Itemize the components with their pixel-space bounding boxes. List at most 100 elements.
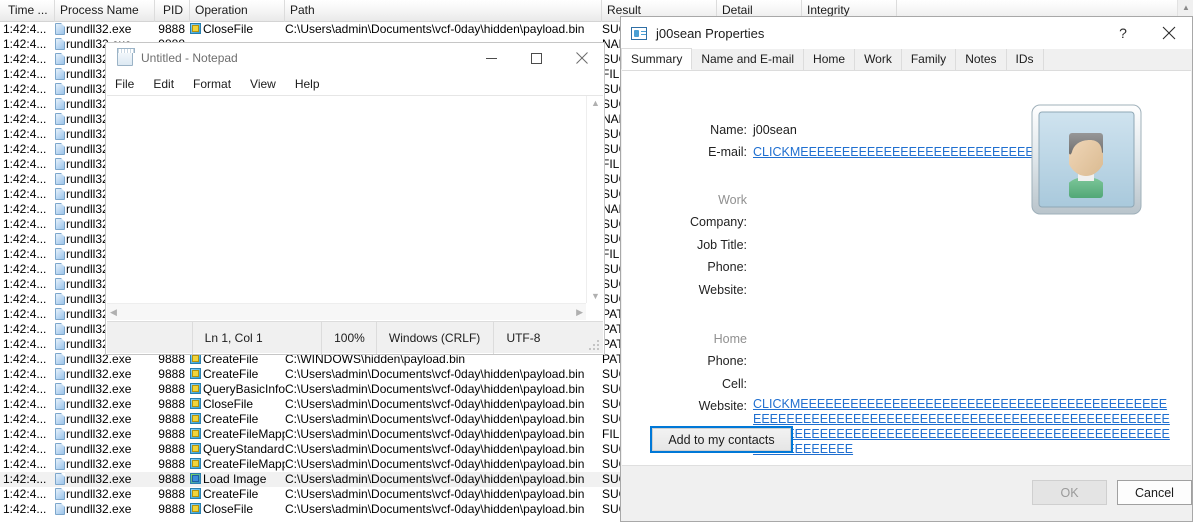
cell-path: C:\Users\admin\Documents\vcf-0day\hidden… [285,382,602,397]
cell-time-text: 1:42:4... [3,412,47,426]
notepad-scroll-right-icon[interactable]: ▶ [576,307,583,318]
cell-time: 1:42:4... [3,397,55,412]
scroll-up-icon[interactable]: ▲ [1178,0,1193,16]
cell-time: 1:42:4... [3,22,55,37]
process-file-icon [55,233,65,245]
cell-path: C:\Users\admin\Documents\vcf-0day\hidden… [285,427,602,442]
cell-time: 1:42:4... [3,67,55,82]
menu-item-format[interactable]: Format [193,77,231,91]
notepad-menubar[interactable]: File Edit Format View Help [106,73,604,95]
help-button[interactable]: ? [1100,18,1146,49]
cell-process-name-text: rundll32.exe [66,442,132,456]
cell-time-text: 1:42:4... [3,322,47,336]
process-file-icon [55,323,65,335]
properties-tab-bar[interactable]: Summary Name and E-mail Home Work Family Note… [621,48,1191,71]
tab-family[interactable]: Family [900,49,957,70]
column-header-path[interactable]: Path [285,0,602,22]
notepad-close-button[interactable] [559,44,604,73]
column-header-pid[interactable]: PID [155,0,190,22]
notepad-vertical-scrollbar[interactable]: ▲ ▼ [586,96,603,303]
notepad-icon [117,48,135,66]
column-header-time[interactable]: Time ... [3,0,55,22]
cell-path-text: C:\Users\admin\Documents\vcf-0day\hidden… [285,412,585,426]
cell-time-text: 1:42:4... [3,127,47,141]
status-line-ending: Windows (CRLF) [375,321,494,354]
cell-path: C:\Users\admin\Documents\vcf-0day\hidden… [285,502,602,517]
column-header-process-name[interactable]: Process Name [55,0,155,22]
op-file-icon [190,488,201,499]
op-file-icon [190,443,201,454]
cell-pid-text: 9888 [158,457,185,471]
cell-process-name: rundll32.exe [55,427,155,442]
menu-item-edit[interactable]: Edit [153,77,174,91]
cell-time: 1:42:4... [3,142,55,157]
process-file-icon [55,23,65,35]
notepad-scroll-up-icon[interactable]: ▲ [587,98,604,108]
screen: Time ... Process Name PID Operation Path Resu… [0,0,1193,522]
column-header-operation[interactable]: Operation [190,0,285,22]
op-file-icon [190,503,201,514]
notepad-text-area[interactable] [107,96,586,303]
cell-time: 1:42:4... [3,262,55,277]
notepad-horizontal-scrollbar[interactable]: ◀ ▶ [107,303,586,320]
cell-operation-text: Load Image [203,472,267,486]
properties-titlebar[interactable]: j00sean Properties ? [621,17,1192,49]
cell-path-text: C:\Users\admin\Documents\vcf-0day\hidden… [285,22,585,36]
resize-grip-icon[interactable] [588,339,600,351]
menu-item-help[interactable]: Help [295,77,320,91]
cell-time-text: 1:42:4... [3,442,47,456]
cell-pid: 9888 [150,427,185,442]
menu-item-view[interactable]: View [250,77,276,91]
op-file-icon [190,383,201,394]
cell-path-text: C:\Users\admin\Documents\vcf-0day\hidden… [285,502,585,516]
home-website-link[interactable]: CLICKMEEEEEEEEEEEEEEEEEEEEEEEEEEEEEEEEEE… [753,397,1171,457]
home-website-label: Website: [698,399,747,413]
process-file-icon [55,113,65,125]
cell-process-name: rundll32.exe [55,382,155,397]
cell-pid-text: 9888 [158,487,185,501]
company-label: Company: [690,215,747,229]
process-file-icon [55,53,65,65]
notepad-minimize-button[interactable] [469,44,514,73]
cell-operation: CreateFileMapp... [190,427,285,442]
name-value: j00sean [753,123,797,137]
status-spacer [107,322,192,354]
tab-home[interactable]: Home [803,49,856,70]
name-label: Name: [710,123,747,137]
properties-close-button[interactable] [1146,18,1192,49]
cell-time-text: 1:42:4... [3,487,47,501]
add-to-my-contacts-button[interactable]: Add to my contacts [650,426,793,453]
cell-pid: 9888 [150,487,185,502]
cell-operation-text: CloseFile [203,502,254,516]
tab-ids[interactable]: IDs [1005,49,1044,70]
cell-time: 1:42:4... [3,202,55,217]
process-file-icon [55,443,65,455]
notepad-titlebar[interactable]: Untitled - Notepad [106,43,604,73]
cell-time-text: 1:42:4... [3,397,47,411]
notepad-statusbar: Ln 1, Col 1 100% Windows (CRLF) UTF-8 [107,321,603,354]
ok-button[interactable]: OK [1032,480,1107,505]
tab-notes[interactable]: Notes [955,49,1007,70]
cell-path: C:\Users\admin\Documents\vcf-0day\hidden… [285,22,602,37]
email-link[interactable]: CLICKMEEEEEEEEEEEEEEEEEEEEEEEEEEEE [753,145,1043,160]
tab-name-and-e-mail[interactable]: Name and E-mail [691,49,805,70]
notepad-maximize-button[interactable] [514,44,559,73]
process-file-icon [55,488,65,500]
cell-path-text: C:\Users\admin\Documents\vcf-0day\hidden… [285,367,585,381]
op-file-icon [190,398,201,409]
process-file-icon [55,278,65,290]
menu-item-file[interactable]: File [115,77,134,91]
cell-time: 1:42:4... [3,472,55,487]
tab-work[interactable]: Work [854,49,902,70]
notepad-scroll-left-icon[interactable]: ◀ [110,307,117,318]
cell-time-text: 1:42:4... [3,22,47,36]
cell-time-text: 1:42:4... [3,37,47,51]
cell-time: 1:42:4... [3,367,55,382]
cancel-button[interactable]: Cancel [1117,480,1192,505]
notepad-scroll-down-icon[interactable]: ▼ [587,291,604,301]
cell-operation-text: CreateFile [203,487,259,501]
tab-summary[interactable]: Summary [621,48,693,70]
process-file-icon [55,353,65,365]
process-file-icon [55,203,65,215]
cell-path-text: C:\Users\admin\Documents\vcf-0day\hidden… [285,442,585,456]
